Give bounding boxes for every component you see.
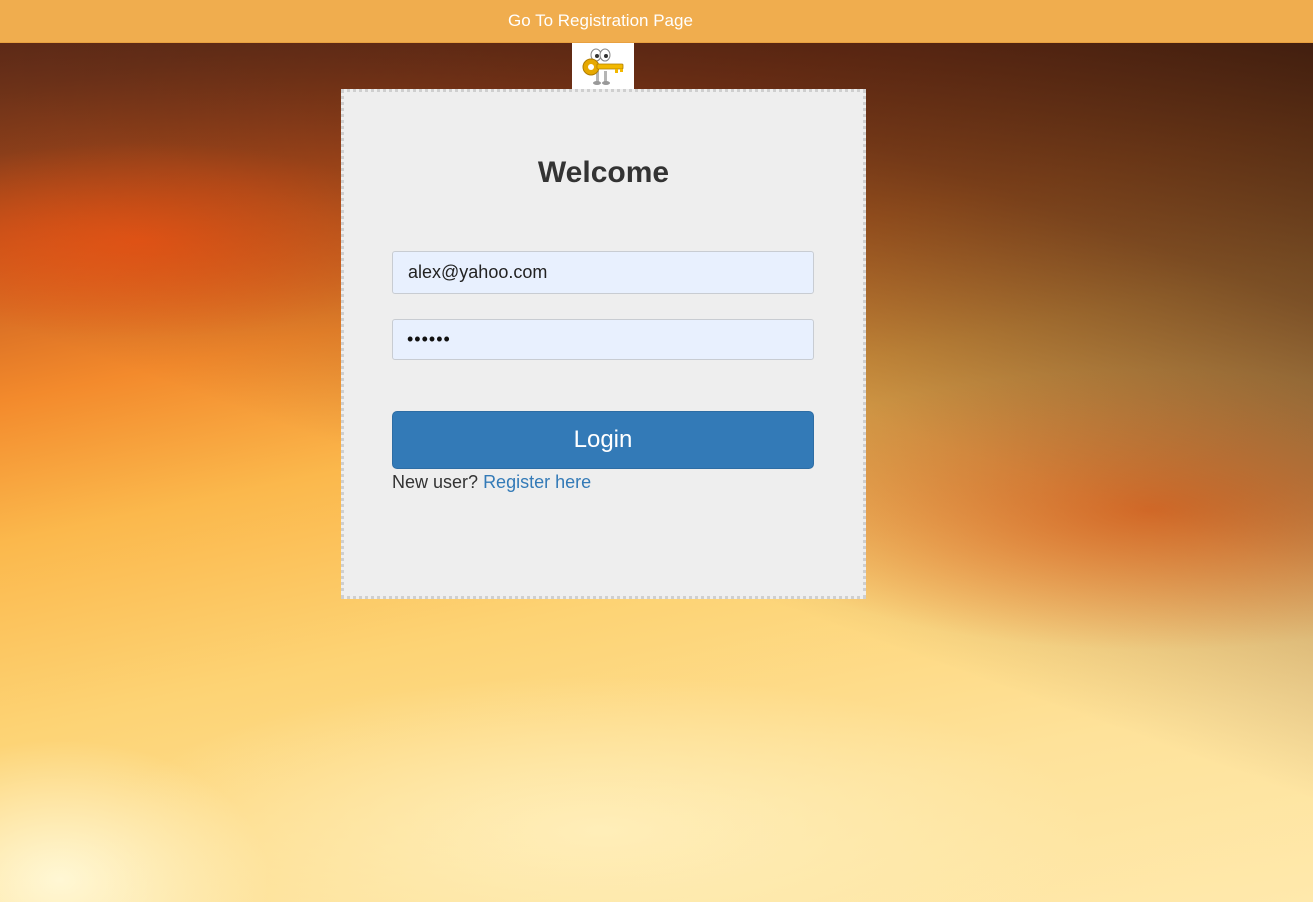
password-input[interactable] <box>392 319 814 360</box>
register-here-link[interactable]: Register here <box>483 472 591 492</box>
register-prompt: New user? Register here <box>392 472 591 493</box>
login-button[interactable]: Login <box>392 411 814 469</box>
top-navbar: Go To Registration Page <box>0 0 1313 43</box>
welcome-title: Welcome <box>537 156 670 189</box>
new-user-text: New user? <box>392 472 479 492</box>
login-card: Welcome •••••• Login New user? Register … <box>341 89 866 599</box>
email-input[interactable] <box>392 251 814 294</box>
logo <box>572 43 634 89</box>
go-to-registration-link[interactable]: Go To Registration Page <box>508 11 693 31</box>
key-character-icon <box>582 48 624 85</box>
